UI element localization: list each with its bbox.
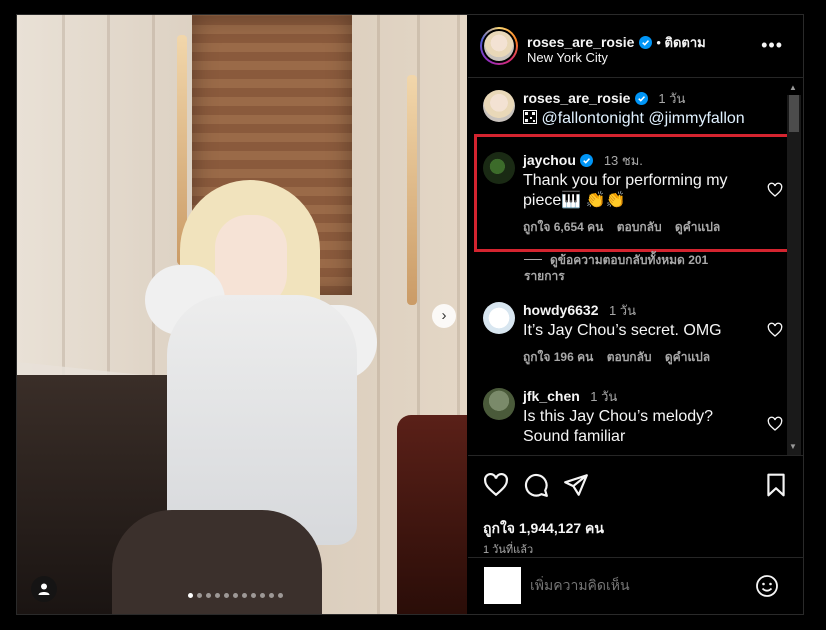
comment-time: 1 วัน [658,91,686,106]
next-photo-button[interactable]: › [432,304,456,328]
comment-likes[interactable]: ถูกใจ 6,654 คน [523,220,603,234]
carousel-dot [278,593,283,598]
comment-text: Is this Jay Chou’s melody? Sound familia… [523,408,714,445]
post-header: roses_are_rosie • ติดตาม New York City •… [468,15,803,78]
carousel-dot [242,593,247,598]
translate-button[interactable]: ดูคำแปล [665,350,710,364]
carousel-dot [260,593,265,598]
profile-avatar [484,567,521,604]
user-icon [38,583,50,595]
bookmark-icon[interactable] [763,472,789,498]
comment-likes[interactable]: ถูกใจ 196 คน [523,350,593,364]
comment-username[interactable]: jfk_chen [523,388,580,404]
post-actions: ถูกใจ 1,944,127 คน 1 วันที่แล้ว [468,455,803,565]
scrollbar-thumb[interactable] [789,95,799,132]
caption-mentions[interactable]: @fallontonight @jimmyfallon [541,110,744,127]
follow-button[interactable]: ติดตาม [665,35,706,50]
view-replies-button[interactable]: ดูข้อความตอบกลับทั้งหมด 201 รายการ [524,252,724,284]
add-comment-input[interactable] [528,576,732,594]
carousel-dot [269,593,274,598]
carousel-dot [197,593,202,598]
like-comment-heart-icon[interactable] [767,416,783,432]
qr-code-icon [523,110,537,124]
verified-badge-icon [580,154,594,167]
carousel-indicator [188,593,283,598]
carousel-dot [224,593,229,598]
comment-username[interactable]: howdy6632 [523,302,598,318]
carousel-dot [215,593,220,598]
carousel-dot [206,593,211,598]
carousel-dot [233,593,238,598]
comments-list[interactable]: roses_are_rosie 1 วัน @fallontonight @ji… [468,78,803,453]
like-comment-heart-icon[interactable] [767,182,783,198]
post-time: 1 วันที่แล้ว [483,544,534,556]
like-comment-heart-icon[interactable] [767,322,783,338]
carousel-dot [188,593,193,598]
more-options-icon[interactable]: ••• [761,35,783,56]
post-side-panel: roses_are_rosie • ติดตาม New York City •… [468,15,803,614]
comment-icon[interactable] [523,472,549,498]
comment-text: It’s Jay Chou’s secret. OMG [523,322,722,339]
comment-time: 13 ชม. [603,153,643,168]
reply-button[interactable]: ตอบกลับ [617,220,662,234]
emoji-picker-icon[interactable] [755,574,779,598]
post-location[interactable]: New York City [527,50,608,65]
verified-badge-icon [634,92,648,105]
comment-time: 1 วัน [590,389,618,404]
tagged-users-button[interactable] [31,576,57,602]
comment-avatar[interactable] [483,152,515,184]
author-avatar[interactable] [480,27,518,65]
verified-badge-icon [638,36,652,49]
reply-button[interactable]: ตอบกลับ [607,350,652,364]
comments-scrollbar[interactable]: ▲ ▼ [787,83,801,455]
comment-username[interactable]: jaychou [523,152,576,168]
comment-avatar[interactable] [483,388,515,420]
caption-avatar[interactable] [483,90,515,122]
translate-button[interactable]: ดูคำแปล [675,220,720,234]
post-photo[interactable]: › [17,15,467,614]
post-likes-count[interactable]: ถูกใจ 1,944,127 คน [483,518,604,540]
comment-avatar[interactable] [483,302,515,334]
heart-icon[interactable] [483,472,509,498]
carousel-dot [251,593,256,598]
add-comment-bar [468,557,803,614]
send-icon[interactable] [563,472,589,498]
comment-text: Thank you for performing my piece🎹 👏👏 [523,172,728,209]
author-username[interactable]: roses_are_rosie [527,34,634,50]
comment-username[interactable]: roses_are_rosie [523,90,630,106]
comment-time: 1 วัน [608,303,636,318]
